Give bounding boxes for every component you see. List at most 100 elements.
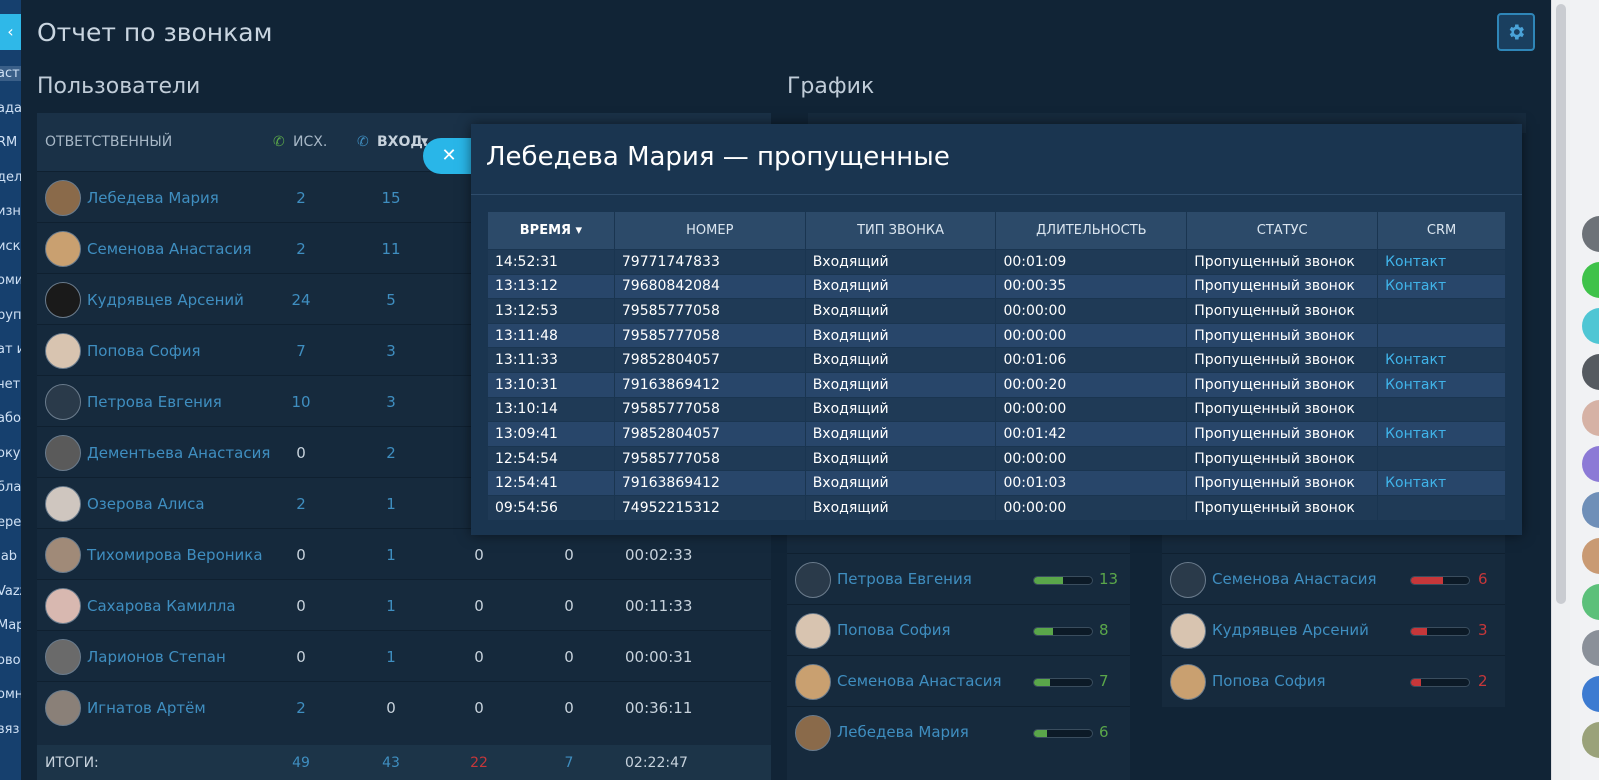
crm-sidebar-item[interactable]: руп: [0, 308, 21, 323]
incoming-count[interactable]: 3: [371, 393, 411, 411]
table-row: Сахарова Камилла 0 1 0 0 00:11:33: [37, 579, 771, 631]
incoming-count[interactable]: 2: [371, 444, 411, 462]
crm-sidebar-item[interactable]: Мар: [0, 618, 21, 633]
column-header[interactable]: CRM: [1377, 211, 1506, 250]
avatar[interactable]: [1582, 308, 1599, 344]
column-header[interactable]: ВРЕМЯ ▾: [487, 211, 615, 250]
rank-user-link[interactable]: Семенова Анастасия: [1212, 570, 1377, 588]
user-name-link[interactable]: Попова София: [87, 342, 201, 360]
rank-row: Попова София 8: [787, 604, 1130, 656]
crm-sidebar-item[interactable]: RM: [0, 135, 21, 150]
crm-sidebar-item[interactable]: ово: [0, 653, 21, 668]
user-name-link[interactable]: Петрова Евгения: [87, 393, 222, 411]
incoming-count[interactable]: 1: [371, 495, 411, 513]
crm-link: [1377, 322, 1506, 349]
incoming-count[interactable]: 1: [371, 597, 411, 615]
avatar[interactable]: [1582, 446, 1599, 482]
crm-sidebar-item[interactable]: иск: [0, 239, 21, 254]
col3-count: 0: [474, 545, 484, 564]
crm-sidebar-item[interactable]: дел: [0, 170, 21, 185]
incoming-count[interactable]: 0: [371, 699, 411, 717]
outgoing-count[interactable]: 2: [281, 495, 321, 513]
user-name-link[interactable]: Тихомирова Вероника: [87, 546, 263, 564]
settings-button[interactable]: [1497, 13, 1535, 51]
outgoing-count[interactable]: 7: [281, 342, 321, 360]
rank-user-link[interactable]: Лебедева Мария: [837, 723, 969, 741]
outgoing-count[interactable]: 24: [281, 291, 321, 309]
crm-sidebar-item[interactable]: оми: [0, 273, 21, 288]
crm-link[interactable]: Контакт: [1377, 249, 1506, 275]
avatar[interactable]: [1582, 354, 1599, 390]
avatar[interactable]: [1582, 262, 1599, 298]
rank-user-link[interactable]: Попова София: [1212, 672, 1326, 690]
crm-sidebar-item[interactable]: ат и: [0, 342, 21, 357]
crm-sidebar-item[interactable]: чет: [0, 377, 21, 392]
incoming-count[interactable]: 1: [371, 546, 411, 564]
user-name-link[interactable]: Игнатов Артём: [87, 699, 206, 717]
rank-user-link[interactable]: Петрова Евгения: [837, 570, 972, 588]
outgoing-count[interactable]: 0: [281, 444, 321, 462]
outgoing-count[interactable]: 2: [281, 189, 321, 207]
avatar[interactable]: [1582, 630, 1599, 666]
totals-missed: 22: [470, 754, 488, 771]
incoming-count[interactable]: 3: [371, 342, 411, 360]
user-name-link[interactable]: Семенова Анастасия: [87, 240, 252, 258]
rank-user-link[interactable]: Семенова Анастасия: [837, 672, 1002, 690]
rank-user-link[interactable]: Попова София: [837, 621, 951, 639]
crm-link[interactable]: Контакт: [1377, 371, 1506, 398]
avatar[interactable]: [1582, 538, 1599, 574]
column-header[interactable]: НОМЕР: [613, 211, 806, 250]
outgoing-count[interactable]: 0: [281, 546, 321, 564]
incoming-count[interactable]: 1: [371, 648, 411, 666]
crm-link[interactable]: Контакт: [1377, 273, 1506, 300]
avatar[interactable]: [1582, 676, 1599, 712]
column-header[interactable]: ТИП ЗВОНКА: [804, 211, 997, 250]
crm-sidebar-item[interactable]: Jab: [0, 549, 21, 564]
crm-sidebar-item[interactable]: бла: [0, 480, 21, 495]
user-name-link[interactable]: Лебедева Мария: [87, 189, 219, 207]
chevron-left-icon[interactable]: ‹: [0, 14, 21, 50]
crm-sidebar-item[interactable]: або: [0, 411, 21, 426]
call-status: Пропущенный звонок: [1186, 273, 1379, 300]
crm-sidebar-item[interactable]: оку: [0, 446, 21, 461]
outgoing-count[interactable]: 2: [281, 699, 321, 717]
rank-user-link[interactable]: Кудрявцев Арсений: [1212, 621, 1369, 639]
user-name-link[interactable]: Ларионов Степан: [87, 648, 226, 666]
crm-link[interactable]: Контакт: [1377, 347, 1506, 373]
incoming-count[interactable]: 11: [371, 240, 411, 258]
user-name-link[interactable]: Дементьева Анастасия: [87, 444, 270, 462]
column-header[interactable]: ДЛИТЕЛЬНОСТЬ: [995, 211, 1188, 250]
avatar[interactable]: [1582, 722, 1599, 758]
outgoing-count[interactable]: 10: [281, 393, 321, 411]
close-icon[interactable]: ✕: [423, 138, 471, 174]
avatar: [45, 689, 81, 726]
avatar[interactable]: [1582, 492, 1599, 528]
call-status: Пропущенный звонок: [1186, 322, 1379, 349]
col-outgoing[interactable]: ИСХ.: [293, 134, 327, 150]
outgoing-count[interactable]: 0: [281, 648, 321, 666]
crm-sidebar-item[interactable]: ере: [0, 515, 21, 530]
avatar[interactable]: [1582, 400, 1599, 436]
crm-sidebar-item[interactable]: аст: [0, 66, 21, 81]
incoming-count[interactable]: 15: [371, 189, 411, 207]
col-responsible[interactable]: ОТВЕТСТВЕННЫЙ: [45, 134, 172, 150]
user-name-link[interactable]: Озерова Алиса: [87, 495, 205, 513]
scrollbar-thumb[interactable]: [1556, 4, 1566, 604]
column-header[interactable]: СТАТУС: [1186, 211, 1379, 250]
chart-section-title: График: [787, 74, 875, 99]
crm-sidebar-item[interactable]: вяз: [0, 722, 21, 737]
user-name-link[interactable]: Кудрявцев Арсений: [87, 291, 244, 309]
crm-sidebar-item[interactable]: ада: [0, 101, 21, 116]
incoming-count[interactable]: 5: [371, 291, 411, 309]
crm-link[interactable]: Контакт: [1377, 421, 1506, 447]
scrollbar[interactable]: [1552, 0, 1570, 780]
avatar[interactable]: [1582, 584, 1599, 620]
crm-sidebar-item[interactable]: омн: [0, 687, 21, 702]
crm-sidebar-item[interactable]: изн: [0, 204, 21, 219]
outgoing-count[interactable]: 0: [281, 597, 321, 615]
avatar[interactable]: [1582, 216, 1599, 252]
crm-link[interactable]: Контакт: [1377, 470, 1506, 496]
outgoing-count[interactable]: 2: [281, 240, 321, 258]
crm-sidebar-item[interactable]: Vazz: [0, 584, 21, 599]
user-name-link[interactable]: Сахарова Камилла: [87, 597, 236, 615]
